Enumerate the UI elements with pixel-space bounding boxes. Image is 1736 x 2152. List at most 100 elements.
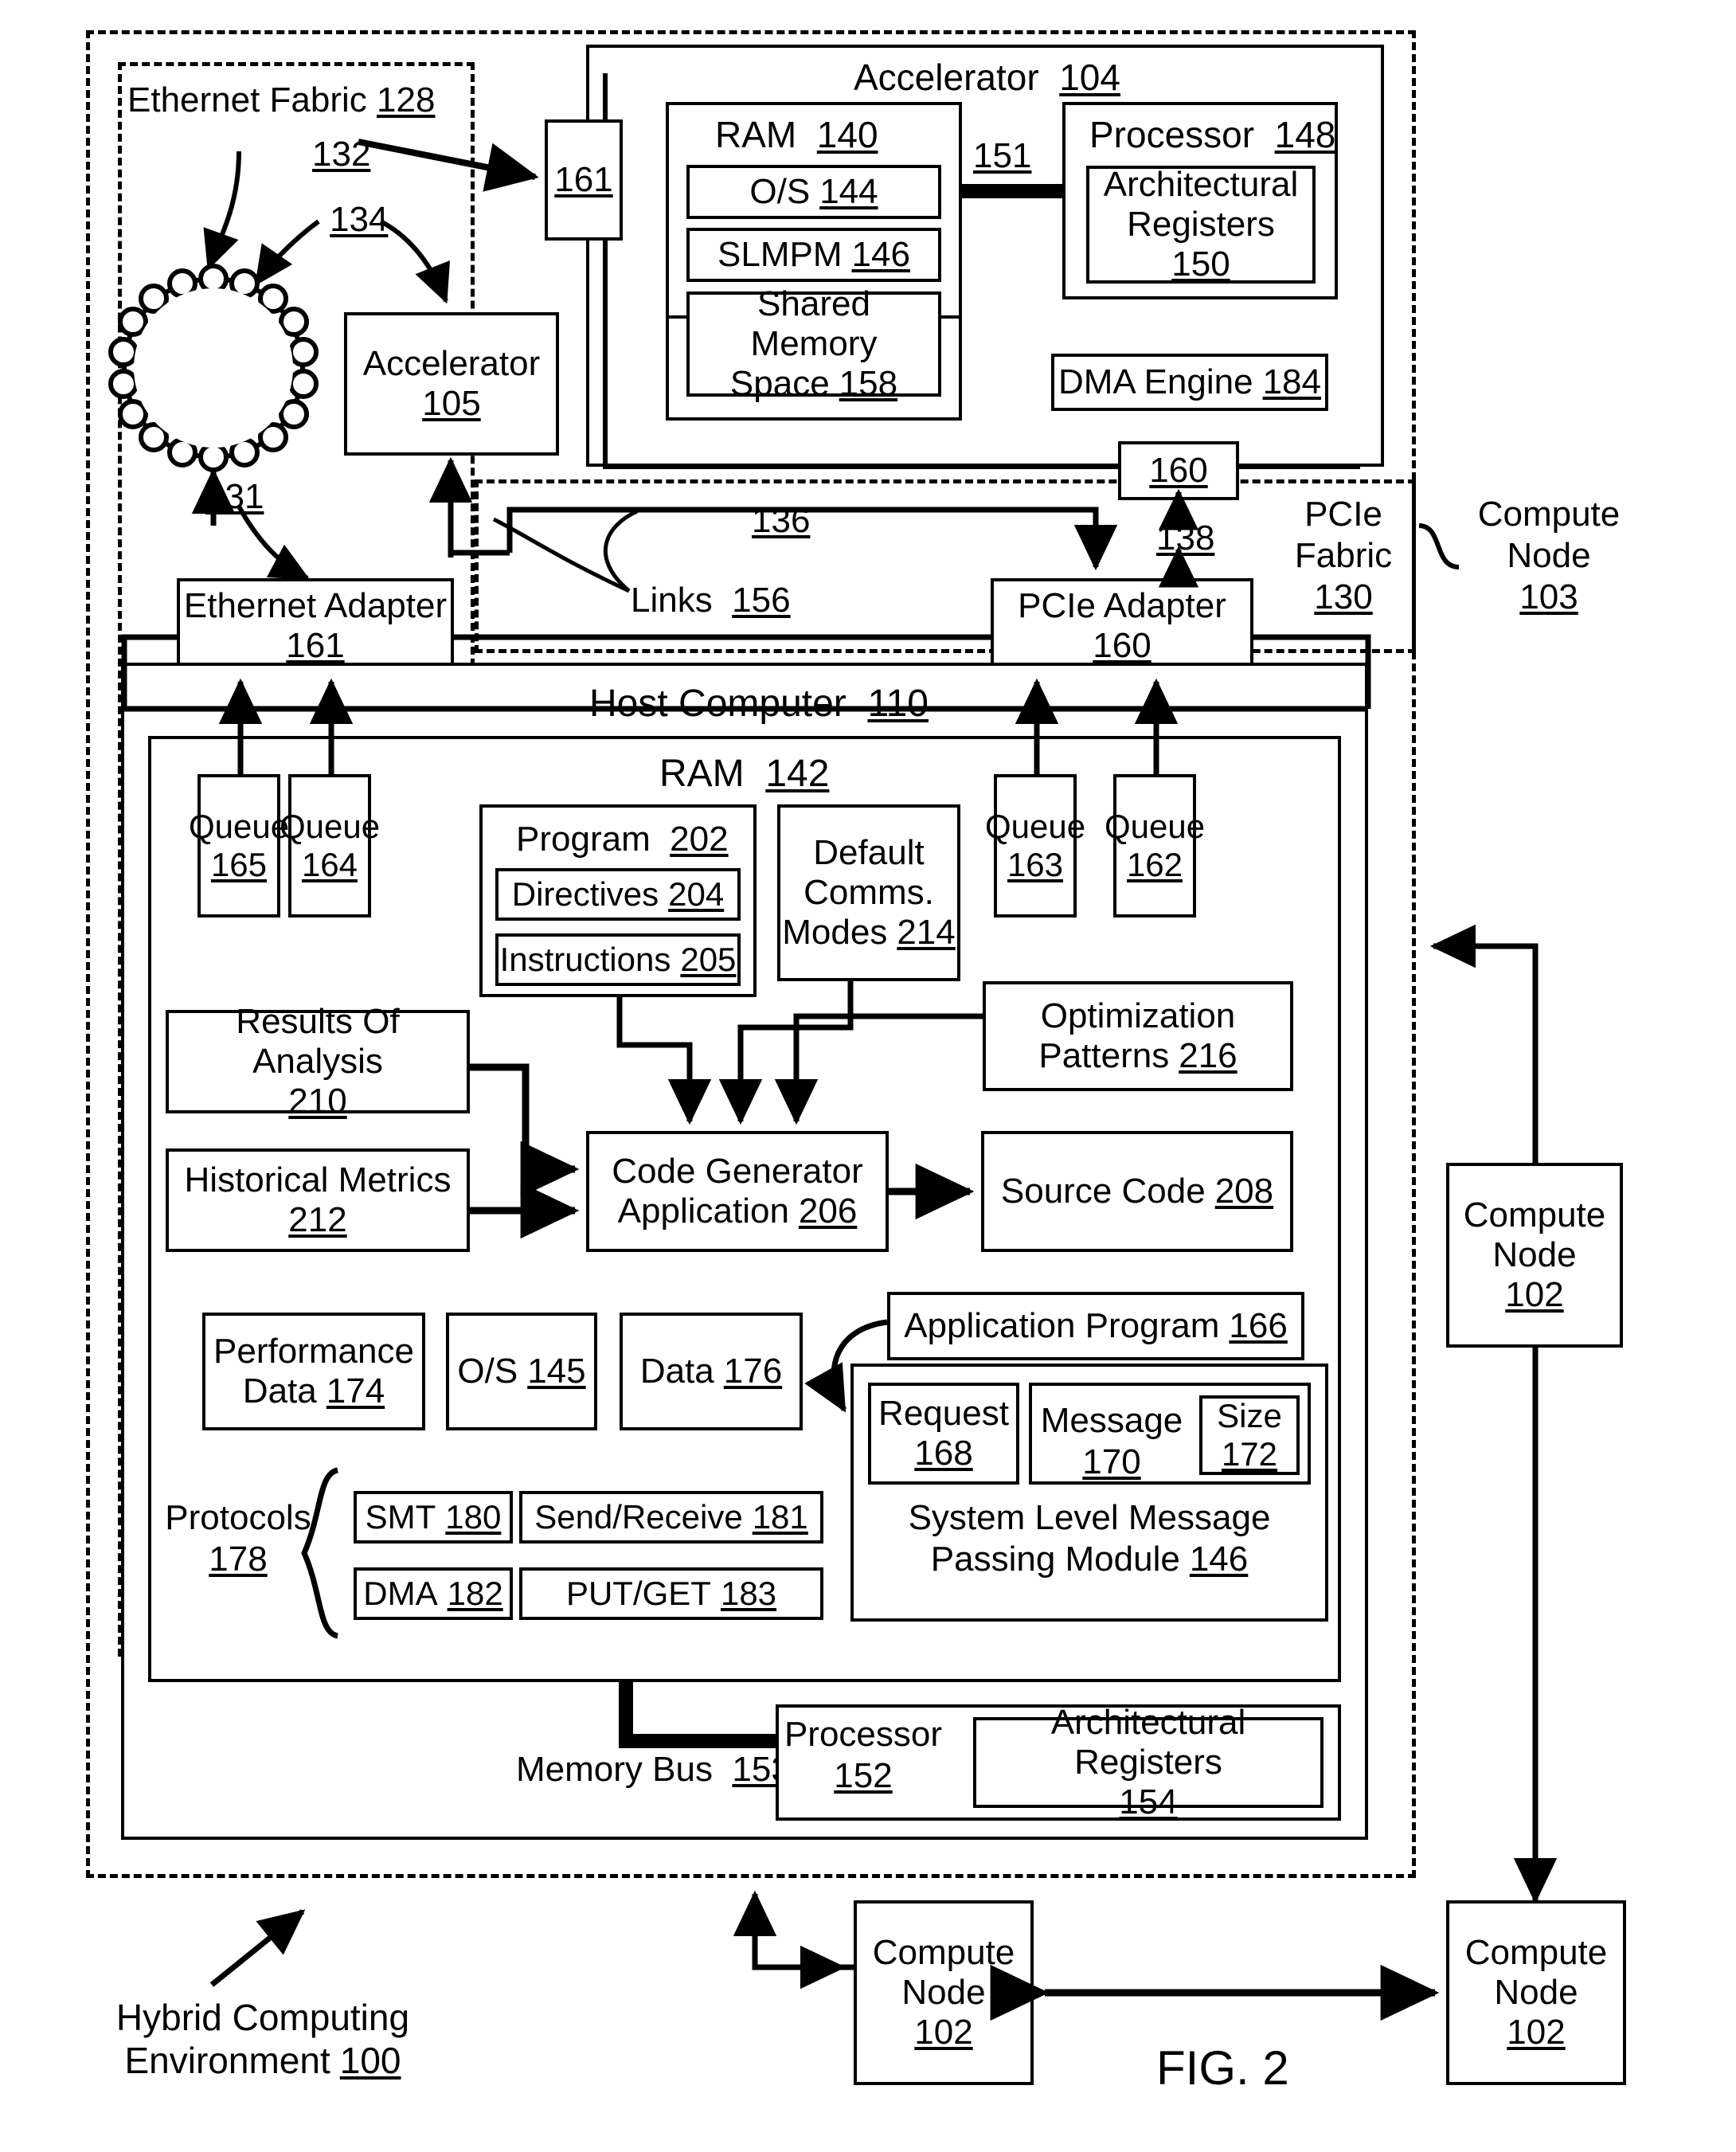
instructions-205: Instructions 205 (495, 933, 741, 986)
source-code-label: Source Code (1000, 1172, 1206, 1211)
data-176: Data 176 (620, 1313, 803, 1430)
queue-163-label: Queue (984, 808, 1086, 845)
program-202-label: Program (516, 820, 651, 859)
protocol-put-get-183: PUT/GET 183 (519, 1567, 823, 1620)
queue-165-label: Queue (188, 808, 290, 845)
optimization-patterns-label-1: Optimization (1040, 996, 1236, 1035)
arch-registers-150-label-2: Registers (1127, 205, 1275, 244)
default-comms-modes-label-2: Comms. (803, 873, 934, 912)
message-170-ref: 170 (1082, 1442, 1141, 1481)
ethernet-cloud-name: Ethernet (147, 319, 280, 358)
slmpm-146-title-2: Passing Module (930, 1539, 1180, 1579)
compute-node-103-callout: Compute Node 103 (1465, 494, 1632, 618)
historical-metrics-ref: 212 (288, 1200, 347, 1239)
hybrid-env-label-1: Hybrid Computing (115, 1997, 410, 2038)
dma-engine-184: DMA Engine 184 (1051, 354, 1328, 411)
compute-node-bottom-center-label-1: Compute (872, 1933, 1015, 1972)
arrow-131-label: 131 (205, 476, 264, 518)
protocol-dma-182: DMA 182 (354, 1567, 513, 1620)
hybrid-env-ref: 100 (339, 2040, 401, 2082)
pcie-fabric-title-1: PCIe (1304, 495, 1382, 534)
protocol-send-receive-181-ref: 181 (752, 1498, 808, 1536)
application-program-166: Application Program 166 (887, 1292, 1304, 1360)
compute-node-102-bottom-right: Compute Node 102 (1446, 1900, 1626, 2085)
ethernet-cloud-ref: 106 (184, 360, 243, 400)
adapter-160-port-ref: 160 (1149, 451, 1208, 490)
application-program-166-label: Application Program (904, 1306, 1220, 1345)
accelerator-105-ref: 105 (422, 384, 481, 423)
protocol-smt-180-label: SMT (365, 1498, 436, 1536)
compute-node-102-bottom-center: Compute Node 102 (854, 1900, 1034, 2085)
code-generator-ref: 206 (798, 1191, 858, 1231)
host-arch-registers-154-ref: 154 (1119, 1782, 1178, 1821)
compute-node-102-right-upper: Compute Node 102 (1446, 1163, 1623, 1348)
arrow-132-label: 132 (312, 134, 370, 175)
protocols-178-ref: 178 (209, 1539, 268, 1579)
accelerator-processor-148-label: Processor (1089, 114, 1255, 155)
queue-163: Queue 163 (985, 774, 1085, 918)
links-156-text: Links (631, 581, 713, 620)
links-156-ref: 156 (732, 581, 791, 620)
protocol-smt-180: SMT 180 (354, 1491, 513, 1544)
dma-engine-184-ref: 184 (1262, 362, 1321, 401)
figure-label: FIG. 2 (1156, 2040, 1289, 2097)
host-arch-registers-154-label: Architectural Registers (1050, 1703, 1246, 1782)
host-processor-152-label: Processor (784, 1715, 943, 1754)
protocols-178-text: Protocols (165, 1498, 311, 1537)
os-145: O/S 145 (446, 1313, 597, 1430)
ethernet-fabric-ref: 128 (377, 80, 436, 119)
arrow-136-ref: 136 (752, 501, 811, 540)
accelerator-104-label: Accelerator (854, 57, 1039, 98)
data-176-label: Data (639, 1352, 714, 1391)
host-ram-142-title: RAM 142 (659, 752, 829, 797)
pcie-adapter-160-ref: 160 (1093, 626, 1151, 665)
accelerator-104-ref: 104 (1059, 57, 1120, 98)
size-172-ref: 172 (1221, 1435, 1278, 1473)
queue-163-ref: 163 (1007, 846, 1064, 883)
memory-bus-153-label: Memory Bus 153 (516, 1749, 791, 1790)
host-ram-142-ref: 142 (765, 753, 830, 795)
adapter-161-port-ref: 161 (554, 160, 613, 199)
directives-204-ref: 204 (668, 875, 725, 913)
historical-metrics-label: Historical Metrics (184, 1160, 452, 1199)
performance-data-label-1: Performance (213, 1332, 414, 1371)
default-comms-modes-label-1: Default (813, 833, 925, 872)
optimization-patterns-216: Optimization Patterns 216 (983, 981, 1293, 1091)
code-generator-application-206: Code Generator Application 206 (586, 1131, 889, 1252)
ethernet-adapter-161-label: Ethernet Adapter (183, 586, 448, 625)
links-156-label: Links 156 (631, 580, 791, 621)
protocol-send-receive-181-label: Send/Receive (534, 1498, 743, 1536)
directives-204-label: Directives (511, 875, 659, 913)
request-168: Request 168 (868, 1383, 1019, 1485)
arrow-131-ref: 131 (205, 477, 264, 516)
protocol-send-receive-181: Send/Receive 181 (519, 1491, 823, 1544)
slmpm-146-ref: 146 (1189, 1539, 1249, 1579)
arch-registers-150-ref: 150 (1171, 245, 1230, 284)
queue-164-label: Queue (279, 808, 381, 845)
results-of-analysis-ref: 210 (288, 1082, 347, 1121)
accelerator-processor-148-ref: 148 (1274, 114, 1336, 155)
queue-164: Queue 164 (280, 774, 380, 918)
compute-node-bottom-right-label-2: Node (1494, 1973, 1578, 2012)
protocol-dma-182-ref: 182 (447, 1575, 503, 1612)
slmpm-146-title-1: System Level Message (908, 1498, 1271, 1537)
program-202-ref: 202 (670, 820, 729, 859)
historical-metrics-212: Historical Metrics 212 (166, 1148, 470, 1252)
performance-data-label-2: Data (242, 1371, 317, 1411)
bus-151-ref: 151 (973, 136, 1032, 175)
queue-162: Queue 162 (1105, 774, 1205, 918)
compute-node-bottom-center-ref: 102 (914, 2013, 973, 2052)
accelerator-architectural-registers-150: Architectural Registers 150 (1086, 165, 1316, 284)
accelerator-105-label: Accelerator (362, 344, 541, 383)
hybrid-env-label-2: Environment (124, 2040, 330, 2082)
source-code-208: Source Code 208 (981, 1131, 1293, 1252)
pcie-fabric-title-2: Fabric (1294, 535, 1393, 575)
host-processor-152-text: Processor 152 (784, 1714, 943, 1797)
queue-162-label: Queue (1104, 808, 1206, 845)
queue-165-ref: 165 (210, 846, 268, 883)
optimization-patterns-ref: 216 (1179, 1036, 1237, 1075)
optimization-patterns-label-2: Patterns (1038, 1036, 1170, 1075)
host-architectural-registers-154: Architectural Registers 154 (973, 1703, 1324, 1821)
arrow-134-label: 134 (330, 199, 388, 241)
accelerator-104-title: Accelerator 104 (854, 56, 1120, 99)
